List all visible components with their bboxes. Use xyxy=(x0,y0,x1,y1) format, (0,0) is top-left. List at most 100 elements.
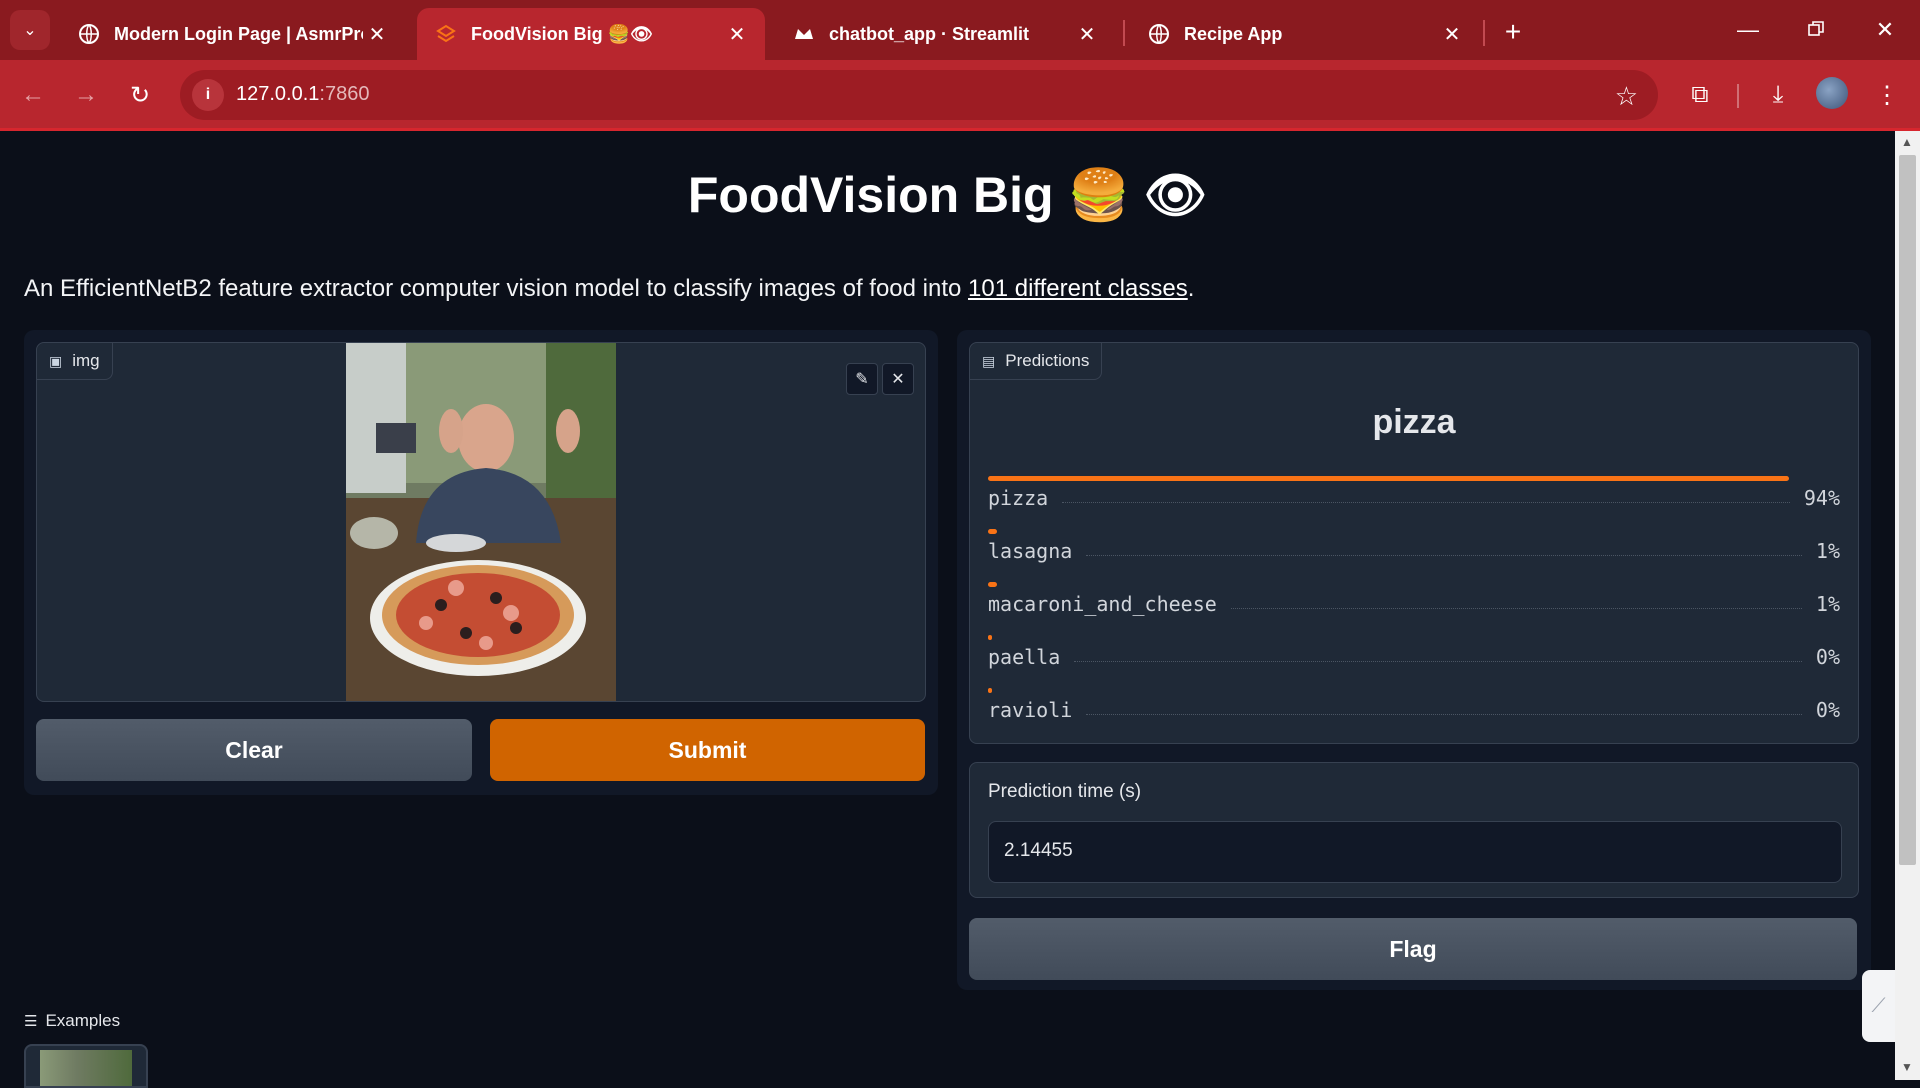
site-info-icon[interactable]: i xyxy=(192,79,224,111)
close-icon[interactable]: ✕ xyxy=(1438,20,1466,48)
confidence-value: 1% xyxy=(1815,539,1840,563)
tab-chatbot-app[interactable]: chatbot_app · Streamlit ✕ xyxy=(775,8,1115,60)
confidence-value: 0% xyxy=(1815,698,1840,722)
dotted-leader xyxy=(1086,554,1802,556)
tab-strip: ⌄ Modern Login Page | AsmrProg ✕ FoodVis… xyxy=(0,0,1920,60)
arrow-right-icon: → xyxy=(74,81,98,108)
dotted-leader xyxy=(1086,713,1802,715)
image-input[interactable]: ▣ img ✎ ✕ xyxy=(36,342,926,702)
menu-button[interactable]: ⋮ xyxy=(1867,75,1907,115)
tab-search-button[interactable]: ⌄ xyxy=(10,10,50,50)
tab-login-page[interactable]: Modern Login Page | AsmrProg ✕ xyxy=(60,8,405,60)
confidence-label: macaroni_and_cheese xyxy=(988,592,1217,616)
confidence-item[interactable]: paella 0% xyxy=(988,635,1840,669)
toolbar-separator xyxy=(1737,84,1739,108)
confidence-bar xyxy=(988,529,997,534)
resize-handle-icon: ⟋ xyxy=(1871,994,1886,1017)
remove-image-button[interactable]: ✕ xyxy=(882,363,914,395)
globe-icon xyxy=(1148,23,1170,45)
tab-label: Modern Login Page | AsmrProg xyxy=(114,23,363,44)
image-label-text: img xyxy=(72,351,100,370)
close-icon[interactable]: ✕ xyxy=(1073,20,1101,48)
kebab-menu-icon: ⋮ xyxy=(1875,81,1899,109)
new-tab-button[interactable]: + xyxy=(1495,14,1531,50)
gradio-app: FoodVision Big 🍔 👁 An EfficientNetB2 fea… xyxy=(0,131,1895,1088)
gradio-logo-icon xyxy=(435,23,457,45)
input-panel: ▣ img ✎ ✕ Clear Submit xyxy=(24,330,938,795)
examples-label: Examples xyxy=(45,1011,121,1030)
minimize-icon: — xyxy=(1737,17,1759,42)
tab-separator xyxy=(1483,20,1485,46)
scroll-up-icon[interactable]: ▲ xyxy=(1901,135,1913,149)
confidence-value: 1% xyxy=(1815,592,1840,616)
description-suffix: . xyxy=(1187,275,1195,302)
confidence-item[interactable]: macaroni_and_cheese 1% xyxy=(988,582,1840,616)
tab-label: chatbot_app · Streamlit xyxy=(829,23,1030,44)
confidence-label: lasagna xyxy=(988,539,1073,563)
confidence-value: 94% xyxy=(1803,486,1840,510)
bookmark-star-icon[interactable]: ☆ xyxy=(1615,81,1638,112)
confidence-label: ravioli xyxy=(988,698,1073,722)
edit-image-button[interactable]: ✎ xyxy=(846,363,878,395)
confidence-item[interactable]: pizza 94% xyxy=(988,476,1840,510)
minimize-button[interactable]: — xyxy=(1723,10,1773,50)
flag-button[interactable]: Flag xyxy=(969,918,1857,980)
back-button[interactable]: ← xyxy=(13,75,53,115)
dotted-leader xyxy=(1062,501,1790,503)
bar-chart-icon: ▤ xyxy=(982,352,996,369)
reload-icon: ↻ xyxy=(129,81,151,109)
restore-icon xyxy=(1808,17,1824,43)
prediction-time-field[interactable]: 2.14455 xyxy=(988,821,1842,883)
tab-separator xyxy=(1123,20,1125,46)
submit-button[interactable]: Submit xyxy=(490,719,925,781)
tab-foodvision[interactable]: FoodVision Big 🍔👁 ✕ xyxy=(417,8,765,60)
image-input-label: ▣ img xyxy=(37,343,113,380)
streamlit-crown-icon xyxy=(793,23,815,45)
uploaded-food-image xyxy=(346,343,616,701)
downloads-button[interactable]: ⤓ xyxy=(1758,75,1798,115)
output-panel: ▤ Predictions pizza pizza 94% lasagna 1% ma… xyxy=(957,330,1871,990)
arrow-left-icon: ← xyxy=(21,81,45,108)
confidence-bar xyxy=(988,635,993,640)
confidence-item[interactable]: ravioli 0% xyxy=(988,688,1840,722)
tab-label: Recipe App xyxy=(1184,23,1283,44)
scrollbar-thumb[interactable] xyxy=(1899,155,1916,865)
predicted-class: pizza xyxy=(1372,403,1456,441)
example-image xyxy=(40,1050,132,1086)
confidence-label: paella xyxy=(988,645,1061,669)
predictions-output: ▤ Predictions pizza pizza 94% lasagna 1% ma… xyxy=(969,342,1859,744)
pencil-icon: ✎ xyxy=(855,371,869,388)
app-description: An EfficientNetB2 feature extractor comp… xyxy=(24,275,1194,303)
classes-link[interactable]: 101 different classes xyxy=(968,275,1188,302)
address-bar[interactable]: i 127.0.0.1:7860 ☆ xyxy=(180,70,1658,120)
extensions-button[interactable]: ⧉ xyxy=(1680,75,1720,115)
dotted-leader xyxy=(1074,660,1802,662)
predictions-label-text: Predictions xyxy=(1005,351,1090,370)
dotted-leader xyxy=(1230,607,1802,609)
prediction-time-output: Prediction time (s) 2.14455 xyxy=(969,762,1859,898)
tab-label: FoodVision Big 🍔👁 xyxy=(471,23,653,44)
confidence-item[interactable]: lasagna 1% xyxy=(988,529,1840,563)
forward-button[interactable]: → xyxy=(66,75,106,115)
examples-header: ☰ Examples xyxy=(24,1011,120,1031)
close-window-button[interactable]: ✕ xyxy=(1860,10,1910,50)
tab-recipe-app[interactable]: Recipe App ✕ xyxy=(1130,8,1480,60)
clear-button[interactable]: Clear xyxy=(36,719,472,781)
restore-button[interactable] xyxy=(1791,10,1841,50)
side-widget-button[interactable]: ⟋ xyxy=(1862,970,1895,1042)
reload-button[interactable]: ↻ xyxy=(120,75,160,115)
predictions-label: ▤ Predictions xyxy=(970,343,1103,380)
scroll-down-icon[interactable]: ▼ xyxy=(1901,1060,1913,1074)
browser-toolbar: ← → ↻ i 127.0.0.1:7860 ☆ ⧉ ⤓ ⋮ xyxy=(0,60,1920,130)
chevron-down-icon: ⌄ xyxy=(23,22,37,39)
description-text: An EfficientNetB2 feature extractor comp… xyxy=(24,275,969,302)
download-icon: ⤓ xyxy=(1772,81,1784,108)
confidence-bar xyxy=(988,688,993,693)
close-icon[interactable]: ✕ xyxy=(723,20,751,48)
example-thumbnail[interactable] xyxy=(24,1044,148,1088)
avatar[interactable] xyxy=(1816,77,1848,109)
close-icon[interactable]: ✕ xyxy=(363,20,391,48)
url-port: :7860 xyxy=(319,83,370,105)
url-host: 127.0.0.1 xyxy=(236,83,320,105)
puzzle-icon: ⧉ xyxy=(1691,81,1709,108)
